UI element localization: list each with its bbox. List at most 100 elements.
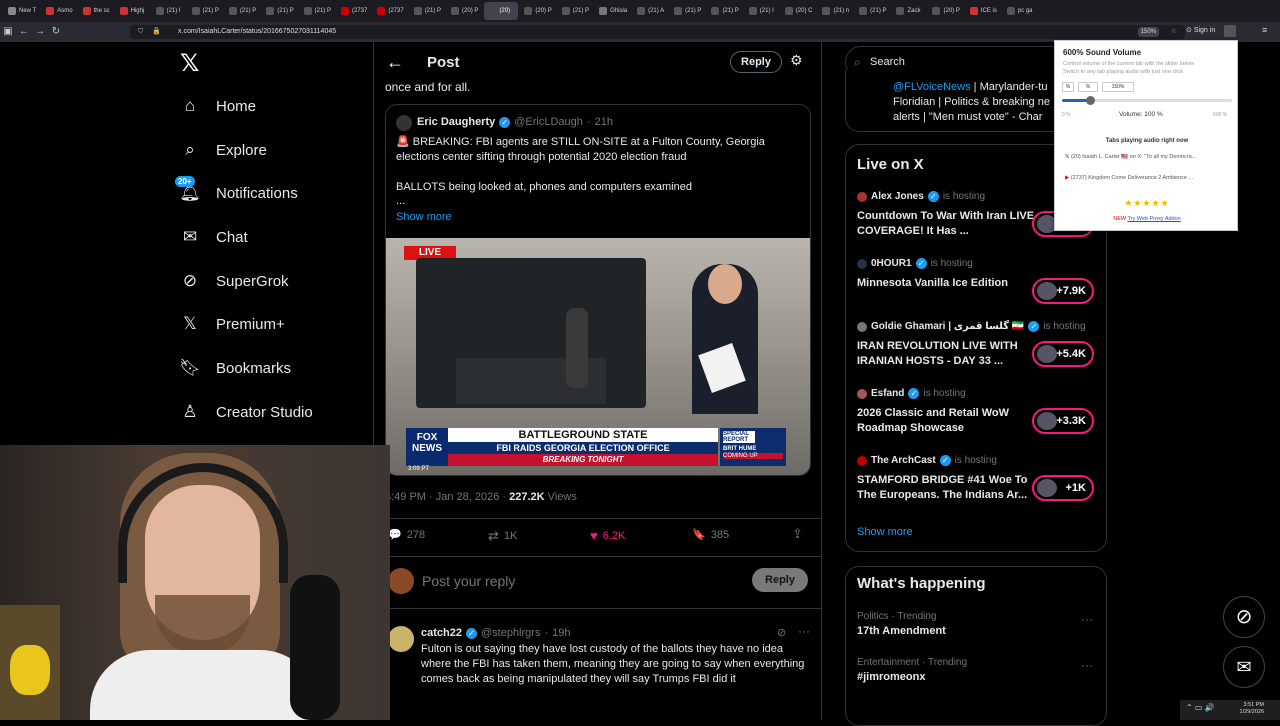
- nav-item-chat[interactable]: ✉ Chat: [180, 227, 248, 247]
- browser-tab[interactable]: (20) C: [781, 2, 817, 20]
- x-logo-icon[interactable]: 𝕏: [180, 52, 204, 76]
- zoom-level[interactable]: 150%: [1137, 27, 1159, 37]
- browser-tab[interactable]: Ghisla: [595, 2, 631, 20]
- tray-icons[interactable]: ⌃ ▭ 🔊: [1186, 703, 1215, 712]
- browser-tab[interactable]: (21) I: [745, 2, 779, 20]
- trend-name[interactable]: 17th Amendment: [857, 625, 946, 637]
- reply-action[interactable]: 💬 278: [388, 528, 425, 542]
- extension-icon[interactable]: [1224, 25, 1236, 37]
- grok-icon[interactable]: ⊘: [777, 626, 786, 639]
- browser-tab[interactable]: (20) P: [928, 2, 963, 20]
- preset-button[interactable]: 150%: [1102, 82, 1134, 92]
- preset-button[interactable]: %: [1062, 82, 1074, 92]
- more-icon[interactable]: ···: [1081, 612, 1093, 626]
- url-input[interactable]: ⛉ 🔒 x.com/IsaiahLCarter/status/201667502…: [130, 25, 1185, 39]
- quote-card[interactable]: Eric Daugherty ✓ @EricLDaugh · 21h 🚨 BRE…: [385, 104, 811, 476]
- browser-tab[interactable]: (2737: [337, 2, 371, 20]
- repost-action[interactable]: ⇄ 1K: [488, 528, 517, 544]
- nav-item-premium[interactable]: 𝕏 Premium+: [180, 314, 285, 334]
- live-title[interactable]: IRAN REVOLUTION LIVE WITH IRANIAN HOSTS …: [857, 339, 1037, 369]
- news-image[interactable]: LIVE FOX NEWS BATTLEGROUND STATE FBI RAI…: [386, 238, 810, 475]
- nav-item-creator-studio[interactable]: ♙ Creator Studio: [180, 402, 312, 422]
- live-listener-badge[interactable]: +3.3K: [1032, 408, 1094, 434]
- grok-float-icon[interactable]: ⊘: [1223, 596, 1265, 638]
- divider: [374, 556, 821, 557]
- sign-in-button[interactable]: ⊙ Sign in: [1186, 26, 1215, 34]
- trend-name[interactable]: #jimromeonx: [857, 671, 925, 683]
- rating-stars[interactable]: ★★★★★: [1055, 198, 1239, 209]
- browser-tab[interactable]: (21) A: [633, 2, 668, 20]
- browser-tab[interactable]: pc ga: [1003, 2, 1037, 20]
- live-listener-badge[interactable]: +1K: [1032, 475, 1094, 501]
- tab-favicon-icon: [599, 7, 608, 15]
- browser-tab[interactable]: (21) P: [262, 2, 297, 20]
- like-action[interactable]: ♥ 6.2K: [590, 528, 625, 543]
- volume-slider-handle[interactable]: [1086, 96, 1096, 105]
- forward-icon[interactable]: →: [32, 24, 48, 40]
- browser-tab[interactable]: (21) P: [188, 2, 223, 20]
- nav-item-explore[interactable]: ⌕ Explore: [180, 140, 267, 160]
- preset-button[interactable]: %: [1078, 82, 1098, 92]
- header-reply-button[interactable]: Reply: [730, 51, 782, 73]
- browser-tab[interactable]: New T: [4, 2, 40, 20]
- audio-tab-item[interactable]: ▶ (2737) Kingdom Come Deliverance 2 Ambi…: [1065, 175, 1235, 181]
- tab-favicon-icon: [932, 7, 941, 15]
- reload-icon[interactable]: ↻: [48, 24, 64, 40]
- proxy-addon-link[interactable]: Try Web Proxy Addon: [1128, 216, 1181, 222]
- back-arrow-icon[interactable]: ←: [386, 52, 404, 73]
- browser-tab[interactable]: (20) P: [520, 2, 555, 20]
- live-host-row[interactable]: Alex Jones ✓ is hosting: [857, 191, 985, 202]
- compose-reply-button[interactable]: Reply: [752, 568, 808, 592]
- nav-item-label: Bookmarks: [216, 359, 292, 377]
- volume-slider[interactable]: [1062, 96, 1232, 105]
- live-host-row[interactable]: The ArchCast ✓ is hosting: [857, 455, 997, 466]
- live-title[interactable]: 2026 Classic and Retail WoW Roadmap Show…: [857, 406, 1037, 436]
- browser-tab[interactable]: (21) n: [818, 2, 853, 20]
- live-listener-badge[interactable]: +5.4K: [1032, 341, 1094, 367]
- browser-tab[interactable]: (21) P: [410, 2, 445, 20]
- browser-tab[interactable]: Asmo: [42, 2, 76, 20]
- browser-tab[interactable]: (21) I: [152, 2, 186, 20]
- browser-tab[interactable]: (21) P: [855, 2, 890, 20]
- browser-tab[interactable]: (21) P: [707, 2, 742, 20]
- sidebar-toggle-icon[interactable]: ▣: [0, 24, 16, 40]
- browser-tab[interactable]: (21) P: [225, 2, 260, 20]
- live-title[interactable]: Minnesota Vanilla Ice Edition: [857, 276, 1037, 291]
- live-listener-badge[interactable]: +7.9K: [1032, 278, 1094, 304]
- live-host-row[interactable]: Goldie Ghamari | گلسا قمری 🇮🇷 ✓ is hosting: [857, 321, 1086, 332]
- reply-input[interactable]: Post your reply: [422, 573, 515, 589]
- browser-tab[interactable]: Zack: [892, 2, 926, 20]
- browser-tab[interactable]: (21) P: [670, 2, 705, 20]
- back-icon[interactable]: ←: [16, 24, 32, 40]
- live-host-row[interactable]: Esfand ✓ is hosting: [857, 388, 966, 399]
- browser-tab[interactable]: the sc: [79, 2, 114, 20]
- bookmark-action[interactable]: 🔖 385: [692, 528, 729, 542]
- live-title[interactable]: Countdown To War With Iran LIVE COVERAGE…: [857, 209, 1037, 239]
- nav-item-supergrok[interactable]: ⊘ SuperGrok: [180, 271, 289, 291]
- browser-tab[interactable]: (20): [484, 2, 519, 20]
- audio-tab-item[interactable]: 𝕏 (20) Isaiah L. Carter 🇺🇸 on X: "To all…: [1065, 154, 1235, 160]
- browser-tab[interactable]: (21) P: [300, 2, 335, 20]
- nav-item-notifications[interactable]: 🔔︎ 20+ Notifications: [175, 176, 298, 203]
- nav-item-bookmarks[interactable]: 🔖︎ Bookmarks: [179, 358, 292, 378]
- share-icon[interactable]: ⇪: [792, 526, 803, 542]
- messages-float-icon[interactable]: ✉: [1223, 646, 1265, 688]
- show-more-link[interactable]: Show more: [396, 211, 452, 223]
- menu-icon[interactable]: ≡: [1262, 25, 1267, 35]
- more-icon[interactable]: ···: [798, 624, 810, 638]
- more-icon[interactable]: ···: [1081, 658, 1093, 672]
- filter-icon[interactable]: ⚙: [790, 52, 803, 69]
- browser-tab[interactable]: (21) P: [558, 2, 593, 20]
- live-title[interactable]: STAMFORD BRIDGE #41 Woe To The Europeans…: [857, 473, 1037, 503]
- browser-tab[interactable]: Highj: [116, 2, 150, 20]
- live-host-row[interactable]: 0HOUR1 ✓ is hosting: [857, 258, 973, 269]
- nav-item-home[interactable]: ⌂ Home: [180, 96, 256, 116]
- profile-mention-link[interactable]: @FLVoiceNews: [893, 81, 971, 93]
- search-input[interactable]: Search: [870, 56, 905, 68]
- quote-time: 21h: [594, 116, 613, 128]
- browser-tab[interactable]: (20) P: [447, 2, 482, 20]
- browser-tab[interactable]: ICE is: [966, 2, 1001, 20]
- browser-tab[interactable]: (2737: [373, 2, 407, 20]
- star-icon[interactable]: ☆: [1171, 25, 1177, 39]
- live-show-more-link[interactable]: Show more: [857, 526, 913, 538]
